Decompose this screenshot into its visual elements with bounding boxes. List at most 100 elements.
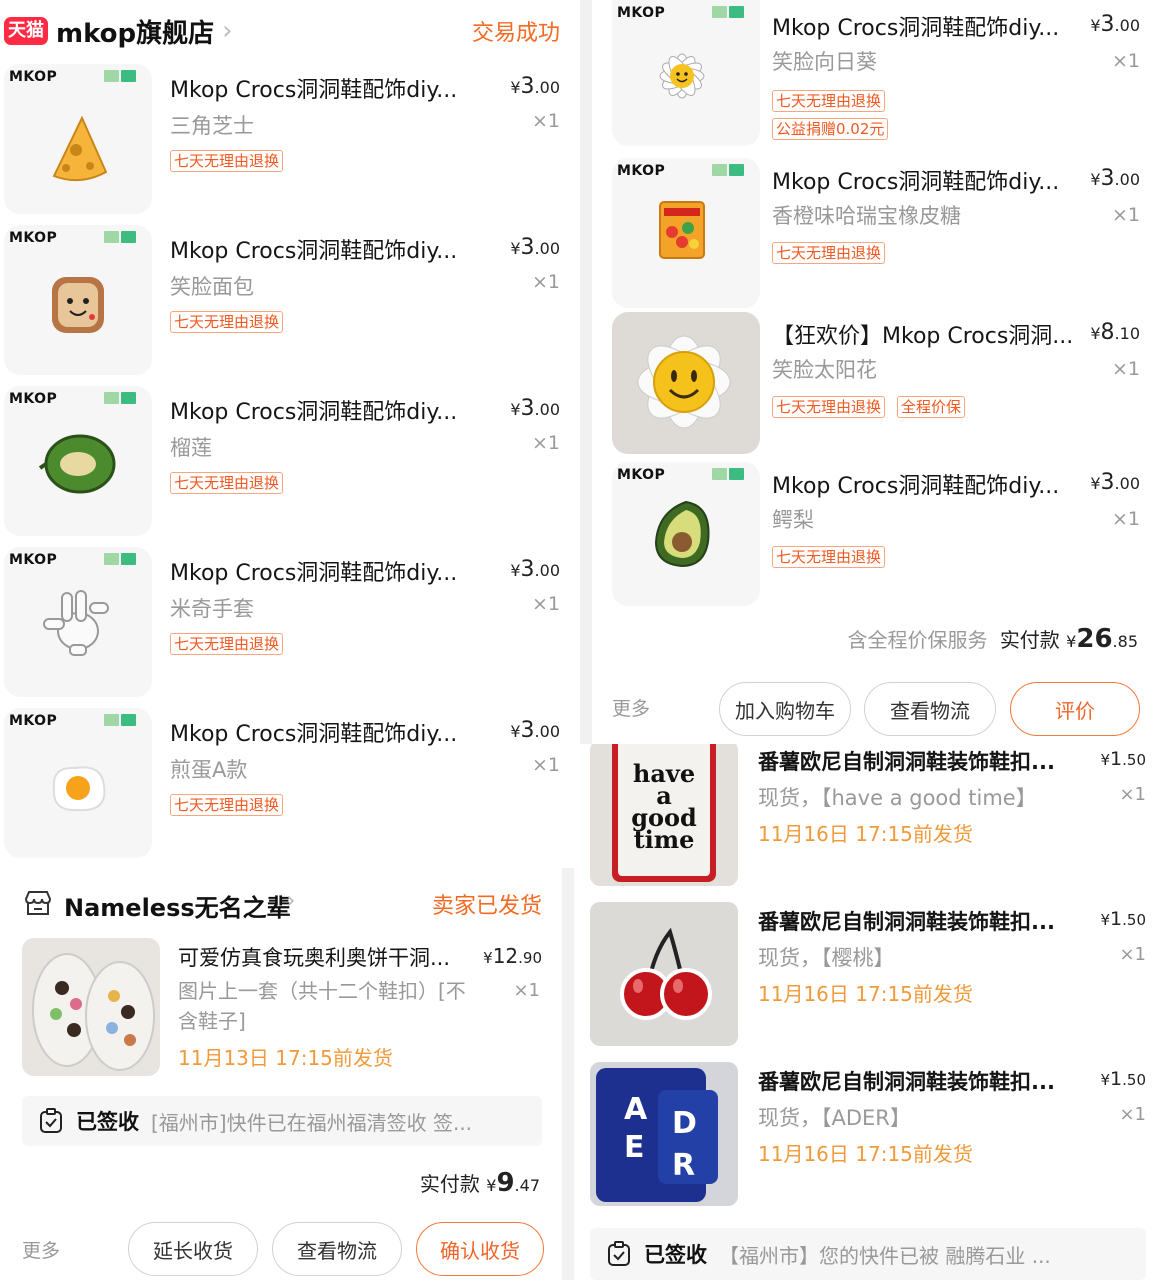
- order-total: 含全程价保服务 实付款 ¥26.85: [847, 624, 1138, 654]
- order-item[interactable]: 【狂欢价】Mkop Crocs洞洞... ¥8.10 笑脸太阳花 ×1 七天无理…: [592, 312, 1160, 473]
- product-thumbnail[interactable]: MKOP: [4, 64, 152, 214]
- order-item[interactable]: MKOP Mkop Crocs洞洞鞋配饰diy... ¥3.00 煎蛋A款 ×1…: [0, 708, 580, 868]
- return-policy-tag: 七天无理由退换: [170, 633, 284, 655]
- product-title[interactable]: Mkop Crocs洞洞鞋配饰diy...: [772, 10, 1072, 42]
- return-policy-tag: 七天无理由退换: [170, 150, 284, 172]
- product-title[interactable]: Mkop Crocs洞洞鞋配饰diy...: [772, 468, 1072, 500]
- order-item[interactable]: MKOP Mkop Crocs洞洞鞋配饰diy... ¥3.00 鳄梨 ×1 七…: [592, 462, 1160, 623]
- order-item[interactable]: MKOP Mkop Crocs洞洞鞋配饰diy... ¥3.00 笑脸面包 ×1…: [0, 225, 580, 386]
- order-item[interactable]: MKOP Mkop Crocs洞洞鞋配饰diy... ¥3.00 三角芝士 ×1…: [0, 64, 580, 225]
- view-logistics-button[interactable]: 查看物流: [864, 682, 996, 736]
- product-price: ¥3.00: [510, 557, 560, 582]
- product-title[interactable]: 番薯欧尼自制洞洞鞋装饰鞋扣...: [758, 906, 1088, 936]
- extend-receipt-button[interactable]: 延长收货: [128, 1222, 258, 1276]
- product-variant: 现货，【樱桃】: [758, 946, 895, 970]
- product-title[interactable]: Mkop Crocs洞洞鞋配饰diy...: [170, 555, 490, 587]
- patch-letter: A: [624, 1092, 648, 1127]
- total-label: 实付款: [419, 1172, 480, 1196]
- order-card-nameless: Nameless无名之辈 › 卖家已发货 可爱仿真食玩奥利奥饼干洞... ¥12…: [0, 868, 562, 1280]
- product-title[interactable]: 【狂欢价】Mkop Crocs洞洞...: [772, 318, 1077, 350]
- new-badge-icon: [104, 553, 136, 565]
- order-item[interactable]: have a good time 番薯欧尼自制洞洞鞋装饰鞋扣... ¥1.50 现货，…: [574, 744, 1160, 904]
- more-button[interactable]: 更多: [612, 694, 650, 721]
- store-header[interactable]: 天猫 mkop旗舰店 › 交易成功: [0, 0, 580, 62]
- order-item[interactable]: MKOP Mkop Crocs洞洞鞋配饰diy... ¥3.00 笑脸向日葵 ×…: [592, 0, 1160, 161]
- product-variant: 笑脸向日葵: [772, 50, 877, 74]
- product-title[interactable]: Mkop Crocs洞洞鞋配饰diy...: [170, 716, 490, 748]
- new-badge-icon: [104, 392, 136, 404]
- product-thumbnail[interactable]: MKOP: [4, 547, 152, 697]
- shop-icon: [24, 891, 52, 915]
- gummy-bag-icon: [659, 201, 705, 259]
- product-thumbnail[interactable]: MKOP: [4, 225, 152, 375]
- product-variant: 图片上一套（共十二个鞋扣）[不含鞋子]: [178, 979, 466, 1033]
- product-title[interactable]: 可爱仿真食玩奥利奥饼干洞...: [178, 942, 468, 972]
- product-price: ¥12.90: [483, 944, 542, 968]
- return-policy-tag: 七天无理由退换: [772, 546, 886, 568]
- order-item[interactable]: A D E R 番薯欧尼自制洞洞鞋装饰鞋扣... ¥1.50 现货，【ADER】…: [574, 1062, 1160, 1222]
- product-variant: 煎蛋A款: [170, 758, 248, 782]
- separator: [580, 0, 592, 744]
- new-badge-icon: [712, 468, 744, 480]
- product-quantity: ×1: [1111, 508, 1140, 530]
- logistics-bar[interactable]: 已签收 【福州市】您的快件已被 融腾石业 ...: [590, 1228, 1146, 1280]
- product-thumbnail[interactable]: MKOP: [612, 0, 760, 146]
- patch-letter: E: [624, 1130, 645, 1165]
- more-button[interactable]: 更多: [22, 1236, 60, 1263]
- ship-deadline: 11月16日 17:15前发货: [758, 982, 973, 1006]
- chevron-right-icon: ›: [286, 886, 296, 914]
- view-logistics-button[interactable]: 查看物流: [272, 1222, 402, 1276]
- new-badge-icon: [104, 714, 136, 726]
- logistics-bar[interactable]: 已签收 [福州市]快件已在福州福清签收 签...: [22, 1096, 542, 1146]
- logistics-text: 【福州市】您的快件已被 融腾石业 ...: [719, 1243, 1051, 1268]
- product-thumbnail[interactable]: MKOP: [4, 708, 152, 858]
- cheese-icon: [52, 115, 108, 182]
- tmall-badge: 天猫: [4, 17, 48, 45]
- brand-tag: MKOP: [617, 163, 666, 179]
- product-thumbnail[interactable]: [590, 902, 738, 1046]
- total-label: 实付款: [999, 628, 1060, 652]
- product-thumbnail[interactable]: MKOP: [612, 158, 760, 308]
- add-to-cart-button[interactable]: 加入购物车: [719, 682, 851, 736]
- order-item[interactable]: MKOP Mkop Crocs洞洞鞋配饰diy... ¥3.00 香橙味哈瑞宝橡…: [592, 158, 1160, 319]
- product-variant: 现货，【have a good time】: [758, 786, 1037, 810]
- charity-tag: 公益捐赠0.02元: [772, 118, 889, 140]
- product-title[interactable]: Mkop Crocs洞洞鞋配饰diy...: [772, 164, 1072, 196]
- brand-tag: MKOP: [9, 552, 58, 568]
- product-quantity: ×1: [1119, 1104, 1146, 1125]
- product-thumbnail[interactable]: [612, 312, 760, 454]
- product-title[interactable]: Mkop Crocs洞洞鞋配饰diy...: [170, 72, 490, 104]
- delivery-status: 已签收: [76, 1110, 139, 1134]
- sunflower-icon: [659, 53, 705, 99]
- product-title[interactable]: Mkop Crocs洞洞鞋配饰diy...: [170, 233, 490, 265]
- product-thumbnail[interactable]: MKOP: [4, 386, 152, 536]
- confirm-receipt-button[interactable]: 确认收货: [416, 1222, 544, 1276]
- review-button[interactable]: 评价: [1010, 682, 1140, 736]
- product-thumbnail[interactable]: A D E R: [590, 1062, 738, 1206]
- return-policy-tag: 七天无理由退换: [772, 90, 886, 112]
- product-quantity: ×1: [531, 754, 560, 776]
- product-price: ¥8.10: [1090, 320, 1140, 345]
- new-badge-icon: [712, 6, 744, 18]
- product-thumbnail[interactable]: [22, 938, 160, 1076]
- product-price: ¥3.00: [1090, 470, 1140, 495]
- store-header[interactable]: Nameless无名之辈 › 卖家已发货: [0, 868, 562, 938]
- product-title[interactable]: 番薯欧尼自制洞洞鞋装饰鞋扣...: [758, 746, 1088, 776]
- product-price: ¥1.50: [1100, 908, 1147, 930]
- store-name[interactable]: mkop旗舰店: [56, 13, 214, 50]
- product-title[interactable]: 番薯欧尼自制洞洞鞋装饰鞋扣...: [758, 1066, 1088, 1096]
- product-thumbnail[interactable]: have a good time: [590, 744, 738, 886]
- order-card-mkop-continued: MKOP Mkop Crocs洞洞鞋配饰diy... ¥3.00 笑脸向日葵 ×…: [592, 0, 1160, 744]
- order-item[interactable]: MKOP Mkop Crocs洞洞鞋配饰diy... ¥3.00 榴莲 ×1 七…: [0, 386, 580, 547]
- product-title[interactable]: Mkop Crocs洞洞鞋配饰diy...: [170, 394, 490, 426]
- patch-letter: R: [672, 1148, 696, 1183]
- product-variant: 三角芝士: [170, 114, 254, 138]
- product-quantity: ×1: [1119, 944, 1146, 965]
- order-item[interactable]: MKOP Mkop Crocs洞洞鞋配饰diy... ¥3.00 米奇手套 ×1…: [0, 547, 580, 708]
- store-name[interactable]: Nameless无名之辈: [64, 888, 291, 923]
- return-policy-tag: 七天无理由退换: [772, 242, 886, 264]
- order-item[interactable]: 番薯欧尼自制洞洞鞋装饰鞋扣... ¥1.50 现货，【樱桃】 ×1 11月16日…: [574, 902, 1160, 1062]
- price-protection-tag: 全程价保: [897, 396, 966, 418]
- product-thumbnail[interactable]: MKOP: [612, 462, 760, 606]
- product-variant: 笑脸面包: [170, 275, 254, 299]
